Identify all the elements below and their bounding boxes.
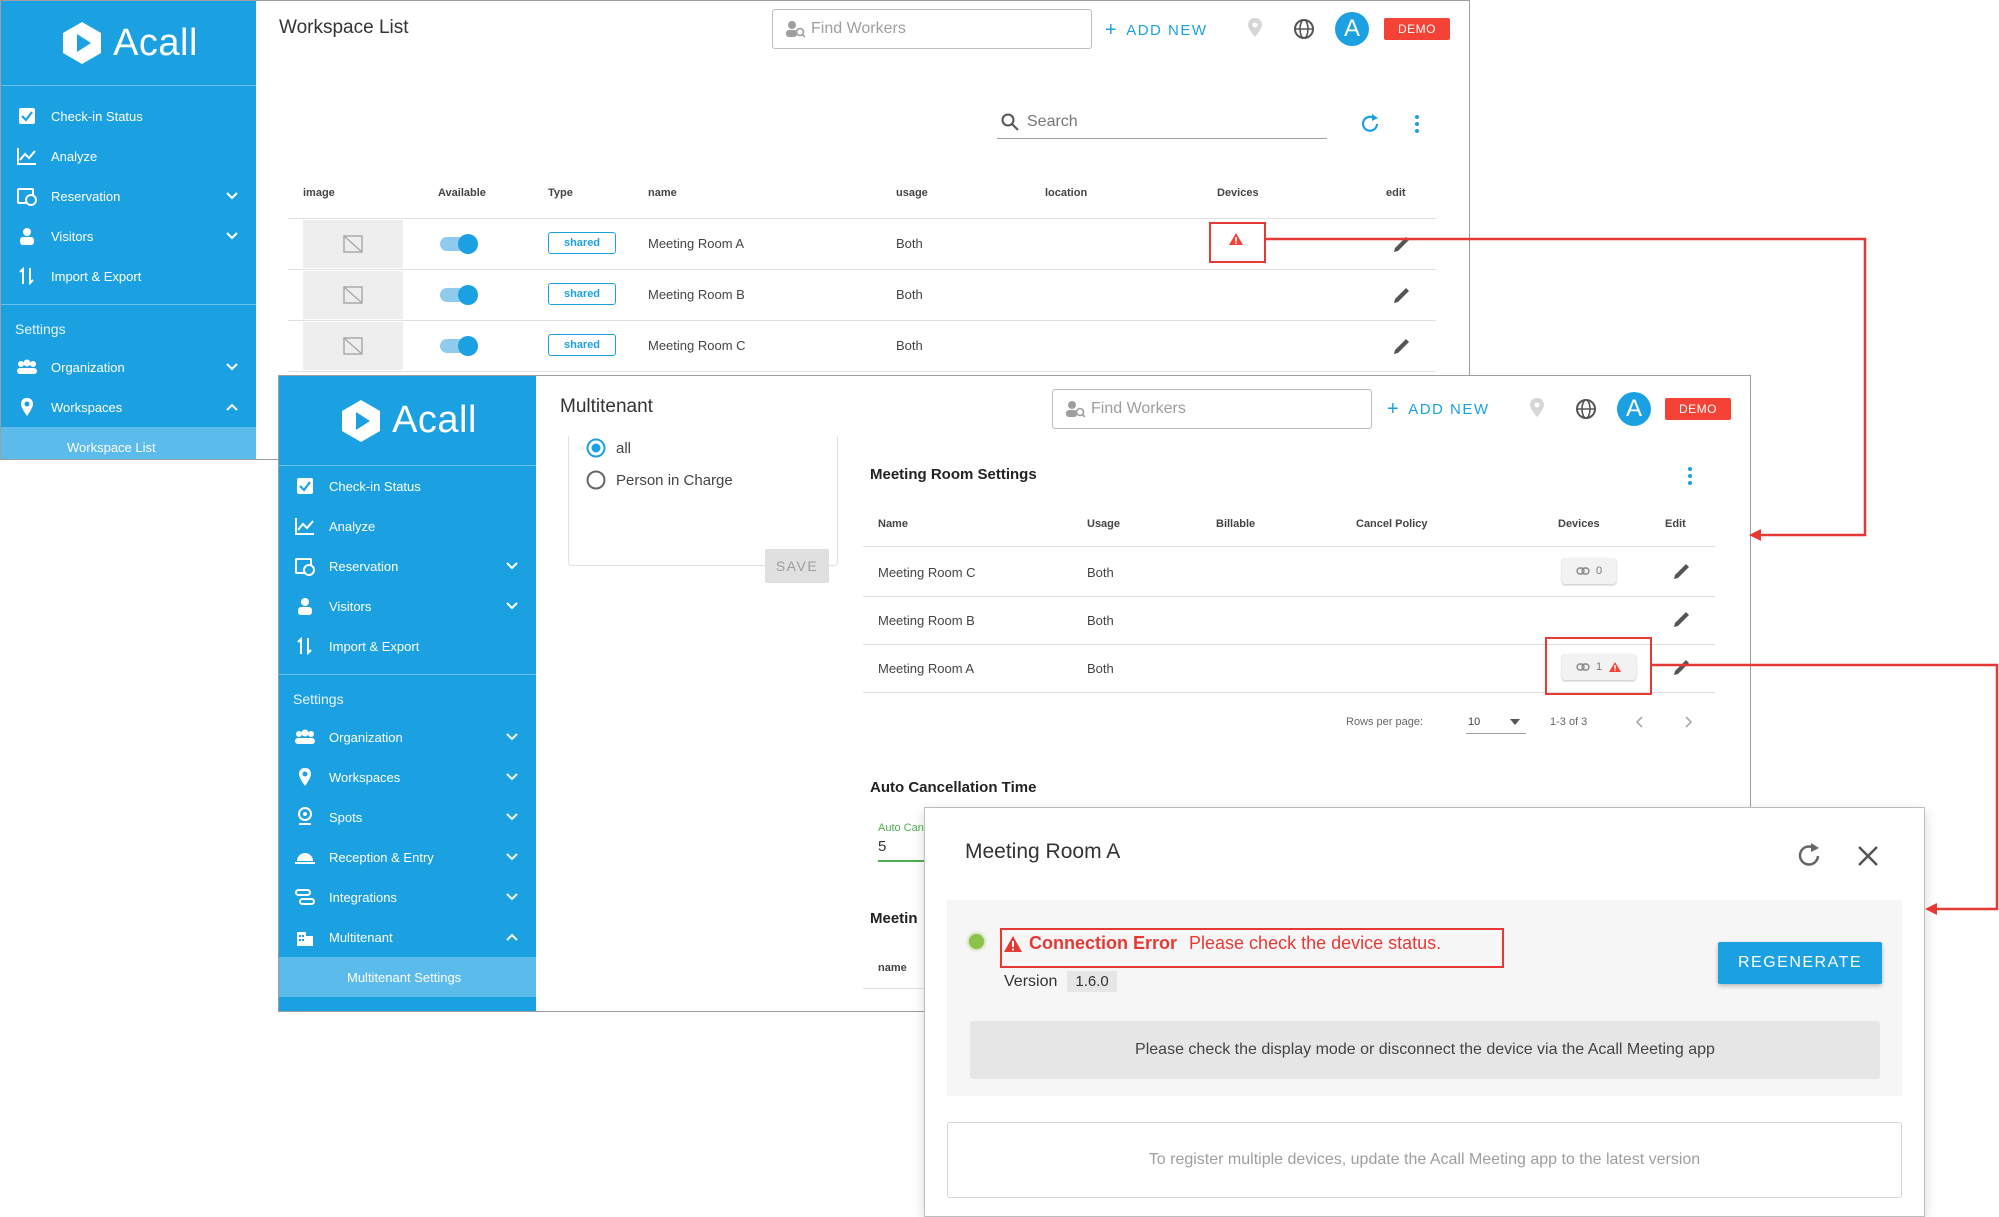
annotation-arrows	[1266, 237, 1999, 915]
